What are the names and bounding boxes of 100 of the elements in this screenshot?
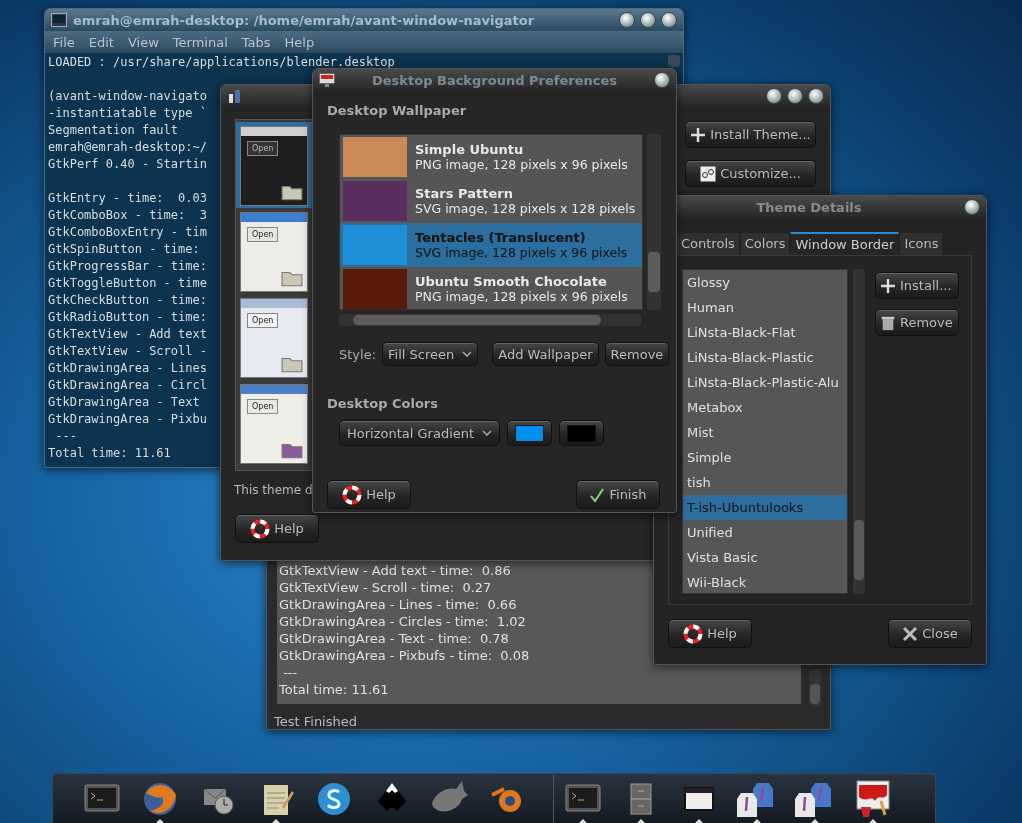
output-line: GtkTextView - Scroll - time: 0.27 — [279, 579, 492, 596]
add-wallpaper-button[interactable]: Add Wallpaper — [492, 342, 599, 366]
terminal-line: GtkSpinButton - time: — [48, 241, 200, 258]
menu-item[interactable]: Terminal — [172, 34, 228, 50]
terminal-line: GtkEntry - time: 0.03 — [48, 190, 207, 207]
install-theme-button[interactable]: Install Theme... — [685, 121, 816, 148]
preview-title-bar — [241, 385, 307, 394]
wallpaper-name: Ubuntu Smooth Chocolate — [415, 274, 608, 289]
close-button[interactable]: Close — [888, 619, 972, 648]
tab[interactable]: Icons — [899, 232, 944, 255]
window-control-button[interactable] — [619, 12, 635, 28]
style-dropdown[interactable]: Fill Screen — [382, 342, 479, 366]
menu-item[interactable]: Edit — [88, 34, 114, 50]
window-control-button[interactable] — [787, 88, 803, 104]
wallpaper-name: Tentacles (Translucent) — [415, 230, 587, 245]
lifebuoy-icon — [250, 518, 271, 539]
list-item[interactable]: Simple — [683, 445, 847, 470]
wallpaper-item[interactable]: Stars Pattern SVG image, 128 pixels x 128 pixels — [340, 179, 642, 223]
remove-button[interactable]: Remove — [604, 342, 670, 366]
menu-item[interactable]: View — [127, 34, 159, 50]
menu-item[interactable]: Help — [284, 34, 315, 50]
window-title: Desktop Background Preferences — [371, 72, 618, 88]
list-item[interactable]: Wii-Black — [683, 570, 847, 595]
terminal-line: GtkProgressBar - time: — [48, 258, 207, 275]
color-picker-button[interactable] — [507, 420, 553, 446]
list-item[interactable]: Vista Basic — [683, 545, 847, 570]
wallpaper-item[interactable]: Ubuntu Smooth Chocolate PNG image, 128 pixels x 96 pixels — [340, 267, 642, 309]
window-control-button[interactable] — [640, 12, 656, 28]
window-control-button[interactable] — [766, 88, 782, 104]
window-title: Theme Details — [755, 199, 863, 215]
list-item[interactable]: LiNsta-Black-Plastic-Alu — [683, 370, 847, 395]
close-button[interactable] — [654, 72, 670, 88]
wallpaper-item[interactable]: Tentacles (Translucent) SVG image, 128 pixels x 96 pixels — [340, 223, 642, 267]
list-item[interactable]: LiNsta-Black-Flat — [683, 320, 847, 345]
terminal-line: GtkToggleButton - time — [48, 275, 207, 292]
close-icon — [902, 625, 919, 642]
terminal-line: GtkTextView - Scroll - — [48, 343, 207, 360]
list-item[interactable]: T-ish-Ubuntulooks — [683, 495, 847, 520]
list-item[interactable]: LiNsta-Black-Plastic — [683, 345, 847, 370]
list-item[interactable]: Human — [683, 295, 847, 320]
wallpaper-info: PNG image, 128 pixels x 96 pixels — [415, 289, 628, 304]
running-indicator — [637, 819, 645, 823]
running-indicator — [811, 819, 819, 823]
running-indicator — [156, 819, 164, 823]
window-control-button[interactable] — [661, 12, 677, 28]
app-icon — [227, 89, 243, 103]
running-indicator — [579, 819, 587, 823]
terminal-line: GtkComboBox - time: 3 — [48, 207, 207, 224]
plus-icon — [880, 277, 896, 294]
preview-title-bar — [241, 213, 307, 222]
preview-button: Open — [247, 141, 279, 156]
scrollbar[interactable] — [853, 269, 865, 594]
remove-button[interactable]: Remove — [875, 309, 959, 336]
lifebuoy-icon — [342, 484, 363, 505]
preview-title-bar — [241, 299, 307, 308]
wallpaper-item[interactable]: Simple Ubuntu PNG image, 128 pixels x 96 pixels — [340, 135, 642, 179]
color-picker-button[interactable] — [559, 420, 605, 446]
terminal-line: GtkCheckButton - time: — [48, 292, 207, 309]
terminal-line: LOADED : /usr/share/applications/blender.desktop — [48, 54, 395, 71]
preview-button: Open — [247, 399, 279, 414]
menu-item[interactable]: Tabs — [241, 34, 271, 50]
terminal-line: --- — [54, 428, 77, 445]
list-item[interactable]: Glossy — [683, 270, 847, 295]
terminal-line: emrah@emrah-desktop:~/ — [48, 139, 207, 156]
menu-item[interactable]: File — [53, 34, 75, 50]
preview-button: Open — [247, 227, 279, 242]
color-mode-dropdown[interactable]: Horizontal Gradient — [339, 420, 501, 446]
list-item[interactable]: Unified — [683, 520, 847, 545]
output-line: Total time: 11.61 — [279, 681, 389, 698]
running-indicator — [272, 819, 280, 823]
scrollbar[interactable] — [809, 670, 821, 706]
preview-title-bar — [241, 127, 307, 136]
install-button[interactable]: Install... — [875, 272, 959, 299]
window-control-button[interactable] — [808, 88, 824, 104]
list-item[interactable]: Mist — [683, 420, 847, 445]
output-line: --- — [282, 664, 298, 681]
trash-icon — [880, 314, 896, 331]
wallpaper-info: SVG image, 128 pixels x 128 pixels — [415, 201, 636, 216]
running-indicator — [753, 819, 761, 823]
help-button[interactable]: Help — [235, 514, 319, 543]
list-item[interactable]: Metabox — [683, 395, 847, 420]
scrollbar[interactable] — [668, 55, 680, 67]
help-button[interactable]: Help — [327, 480, 411, 509]
folder-icon — [281, 183, 303, 201]
finish-button[interactable]: Finish — [576, 480, 660, 509]
customize-button[interactable]: Customize... — [685, 160, 816, 187]
terminal-line: Total time: 11.61 — [48, 445, 171, 462]
horizontal-scrollbar[interactable] — [339, 314, 641, 326]
list-item[interactable]: tish — [683, 470, 847, 495]
close-button[interactable] — [964, 199, 980, 215]
lifebuoy-icon — [683, 623, 704, 644]
terminal-line: GtkComboBoxEntry - tim — [48, 224, 207, 241]
running-indicator — [695, 819, 703, 823]
tab[interactable]: Controls — [676, 232, 740, 255]
tab[interactable]: Colors — [739, 232, 791, 255]
terminal-line: GtkDrawingArea - Circl — [48, 377, 207, 394]
theme-preview[interactable]: Open — [236, 122, 312, 208]
scrollbar[interactable] — [647, 134, 661, 310]
plus-icon — [690, 126, 707, 143]
help-button[interactable]: Help — [668, 619, 752, 648]
